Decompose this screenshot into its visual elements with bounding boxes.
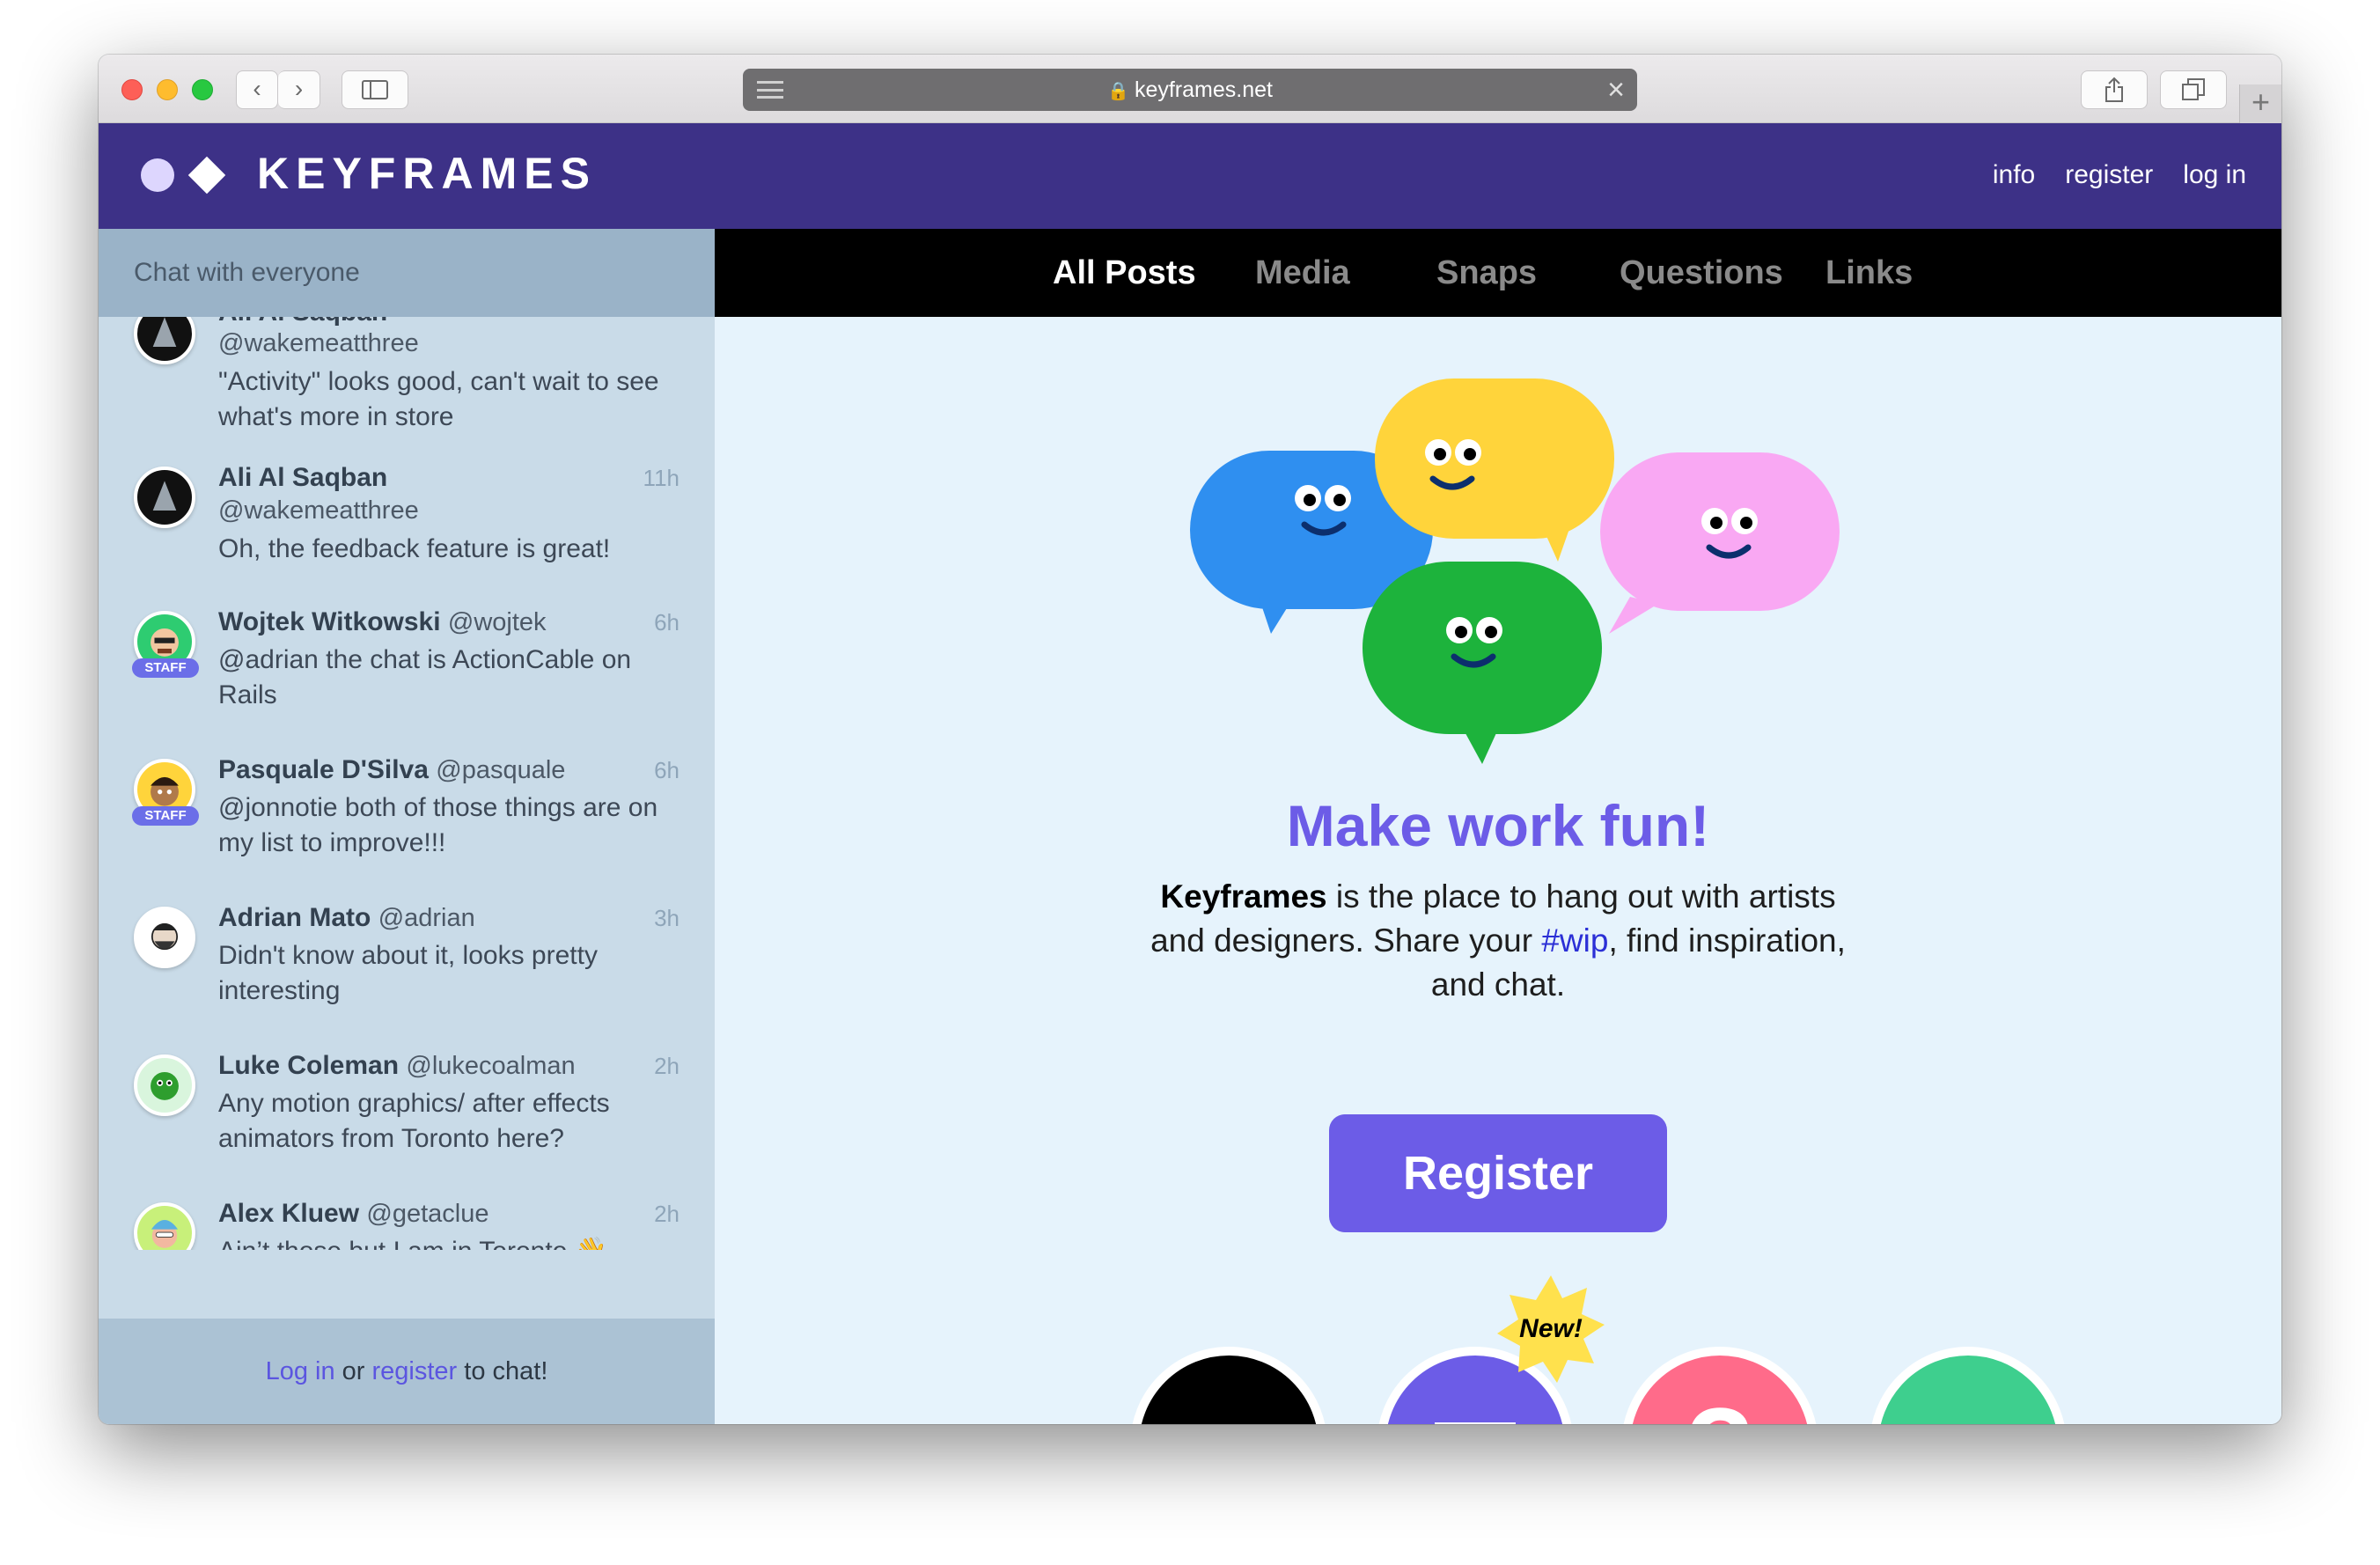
close-icon[interactable]: × [1607,69,1625,111]
message-handle: @wakemeatthree [218,496,419,525]
address-bar[interactable]: 🔒 keyframes.net × [743,69,1637,111]
message-author[interactable]: Ali Al Saqban [218,463,387,493]
lock-icon: 🔒 [1107,82,1129,101]
links-category-button[interactable] [1869,1347,2067,1424]
message-time: 6h [654,609,679,636]
minimize-window-button[interactable] [157,79,178,100]
chat-login-link[interactable]: Log in [266,1357,335,1385]
zoom-window-button[interactable] [192,79,213,100]
chevron-left-icon: ‹ [253,75,261,102]
message-text: @jonnotie both of those things are on my… [218,793,658,857]
site-logo[interactable]: KEYFRAMES [257,148,597,199]
message-handle: @getaclue [366,1200,489,1228]
sidebar-toggle-button[interactable] [342,70,408,109]
link-chain-icon [1878,1356,2058,1424]
message-time: 6h [654,757,679,783]
post-tabs: All Posts Media Snaps Questions Links [715,229,2281,317]
chevron-right-icon: › [294,75,304,102]
top-nav: info register log in [1993,160,2246,190]
message-text: Oh, the feedback feature is great! [218,534,611,563]
main-content: All Posts Media Snaps Questions Links Ma… [715,229,2281,1424]
questions-category-button[interactable]: ? [1621,1347,1818,1424]
play-icon [1139,1356,1319,1424]
browser-toolbar: ‹ › 🔒 keyframes.net × + [99,55,2281,123]
logo-diamond-icon [187,156,226,195]
tab-all-posts[interactable]: All Posts [1053,229,1196,317]
pink-bubble-icon [1600,452,1840,634]
register-button[interactable]: Register [1329,1114,1667,1232]
staff-badge: STAFF [132,806,199,826]
new-tab-button[interactable]: + [2239,84,2281,123]
message-handle: @pasquale [436,756,566,784]
message-author[interactable]: Adrian Mato @adrian [218,903,475,933]
message-text: @adrian the chat is ActionCable on Rails [218,645,632,709]
browser-window: ‹ › 🔒 keyframes.net × + KEYFRAMES info re… [99,55,2281,1424]
svg-text:New!: New! [1519,1314,1583,1343]
back-button[interactable]: ‹ [236,70,278,109]
avatar [134,1202,195,1250]
message-handle: @wojtek [447,608,547,636]
forward-button[interactable]: › [278,70,320,109]
tab-questions[interactable]: Questions [1620,229,1783,317]
nav-info-link[interactable]: info [1993,160,2035,190]
message-time: 2h [654,1201,679,1227]
tabs-icon [2182,78,2205,100]
media-category-button[interactable] [1130,1347,1327,1424]
chat-login-prompt: Log in or register to chat! [99,1319,715,1424]
svg-text:?: ? [1685,1384,1754,1424]
green-bubble-icon [1363,562,1602,764]
message-author[interactable]: Ali Al Saqban [218,317,387,327]
close-window-button[interactable] [121,79,143,100]
site-header: KEYFRAMES info register log in [99,123,2281,229]
message-text: "Activity" looks good, can't wait to see… [218,367,659,431]
chat-bubbles-illustration [1190,378,1840,764]
sidebar-icon [362,80,388,99]
chat-suffix-text: to chat! [457,1357,548,1385]
avatar [134,317,195,364]
message-time: 2h [654,1053,679,1079]
chat-or-text: or [334,1357,372,1385]
chat-sidebar: Ali Al Saqban @wakemeatthree "Activity" … [99,229,715,1424]
staff-badge: STAFF [132,658,199,678]
avatar [134,467,195,528]
tabs-overview-button[interactable] [2160,70,2227,109]
message-time: 3h [654,905,679,931]
tab-media[interactable]: Media [1255,229,1350,317]
message-author[interactable]: Luke Coleman @lukecoalman [218,1051,576,1081]
brand-name: Keyframes [1160,878,1327,915]
wip-hashtag-link[interactable]: #wip [1541,922,1608,959]
message-author[interactable]: Alex Kluew @getaclue [218,1199,489,1229]
share-icon [2105,77,2123,102]
nav-login-link[interactable]: log in [2183,160,2246,190]
message-text: Didn't know about it, looks pretty inter… [218,941,598,1005]
message-author[interactable]: Wojtek Witkowski @wojtek [218,607,547,637]
hero-description: Keyframes is the place to hang out with … [1146,875,1850,1007]
chat-message-list[interactable]: Ali Al Saqban @wakemeatthree "Activity" … [99,317,715,1250]
message-handle: @adrian [378,904,475,932]
hero-headline: Make work fun! [1286,793,1710,858]
tab-links[interactable]: Links [1825,229,1913,317]
logo-circle-icon [141,158,174,192]
avatar [134,1054,195,1116]
share-button[interactable] [2081,70,2148,109]
message-handle: @lukecoalman [406,1052,576,1080]
message-handle: @wakemeatthree [218,329,419,357]
chat-register-link[interactable]: register [372,1357,458,1385]
avatar [134,907,195,968]
tab-snaps[interactable]: Snaps [1436,229,1537,317]
message-text: Any motion graphics/ after effects anima… [218,1089,610,1153]
message-text: Ain’t those but I am in Toronto 👋 [218,1234,711,1250]
url-text: keyframes.net [1134,77,1273,102]
message-time: 11h [643,465,679,491]
chat-sidebar-title: Chat with everyone [99,229,715,317]
question-mark-icon: ? [1685,1384,1754,1424]
message-author[interactable]: Pasquale D'Silva @pasquale [218,755,565,785]
new-badge: New! [1497,1275,1605,1383]
reader-icon[interactable] [757,81,783,99]
nav-register-link[interactable]: register [2065,160,2153,190]
